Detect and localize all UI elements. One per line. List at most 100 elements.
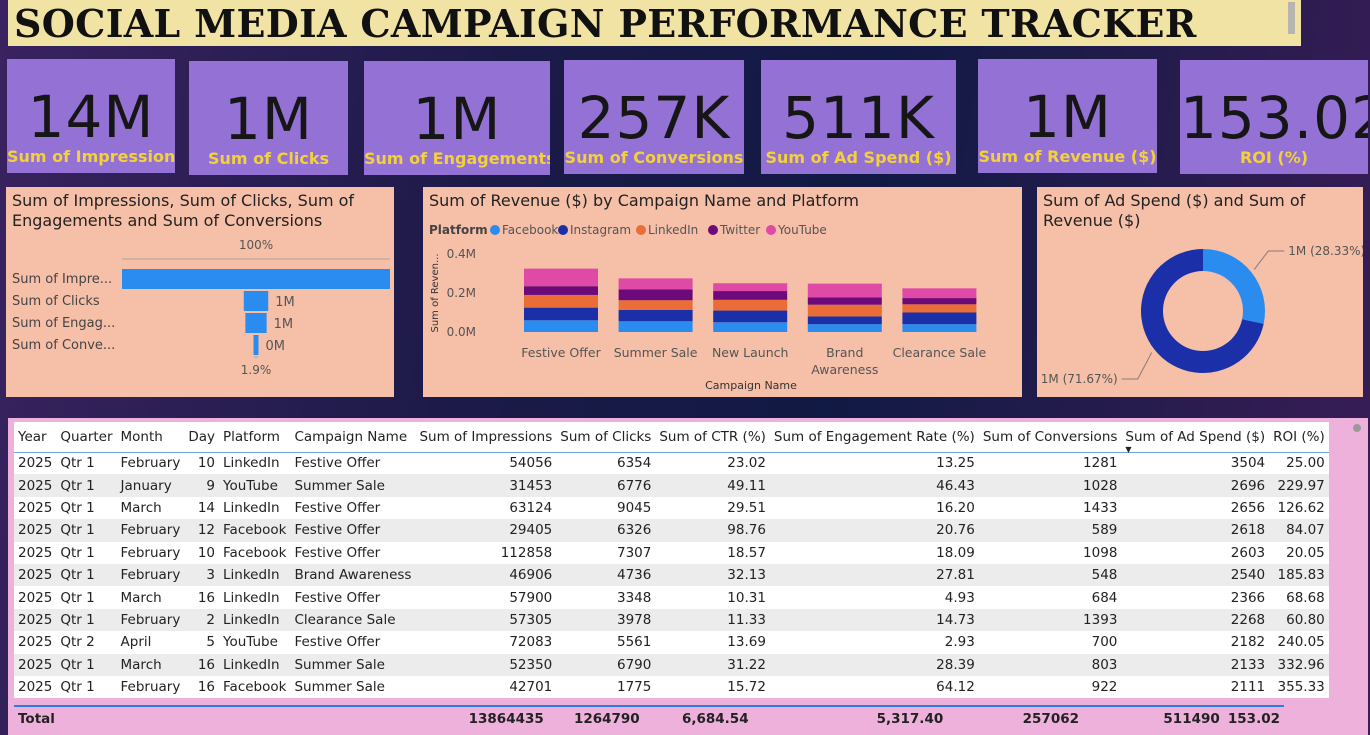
bar-segment-facebook[interactable] xyxy=(807,324,882,332)
table-row[interactable]: 2025 Qtr 1 February 12 Facebook Festive Offer… xyxy=(14,519,1329,542)
table-row[interactable]: 2025 Qtr 2 April 5 YouTube Festive Offer 72083… xyxy=(14,631,1329,653)
column-header[interactable]: Campaign Name xyxy=(290,422,415,452)
table-row[interactable]: 2025 Qtr 1 February 2 LinkedIn Clearance Sale… xyxy=(14,608,1329,632)
funnel-bar[interactable] xyxy=(122,269,390,289)
column-header[interactable]: Day xyxy=(184,422,219,452)
bar-segment-linkedin[interactable] xyxy=(902,304,977,313)
bar-segment-linkedin[interactable] xyxy=(524,294,598,308)
kpi-card-ad-spend[interactable]: 511K Sum of Ad Spend ($) xyxy=(761,60,956,174)
column-header[interactable]: ROI (%) xyxy=(1269,422,1329,452)
bar-segment-facebook[interactable] xyxy=(618,321,693,332)
table-cell: 2025 xyxy=(14,519,57,542)
column-header[interactable]: Sum of Impressions xyxy=(415,422,556,452)
bar-segment-twitter[interactable] xyxy=(524,286,598,295)
table-row[interactable]: 2025 Qtr 1 February 3 LinkedIn Brand Awarenes… xyxy=(14,563,1329,587)
bar-segment-instagram[interactable] xyxy=(807,316,882,325)
column-header[interactable]: Sum of CTR (%) xyxy=(655,422,770,452)
donut-chart[interactable]: 1M (28.33%) 1M (71.67%) xyxy=(1037,187,1363,397)
table-cell: Festive Offer xyxy=(294,455,381,472)
table-cell: 25.00 xyxy=(1286,455,1325,472)
page-title: SOCIAL MEDIA CAMPAIGN PERFORMANCE TRACKE… xyxy=(14,1,1197,46)
table-row[interactable]: 2025 Qtr 1 January 9 YouTube Summer Sale 31453… xyxy=(14,474,1329,497)
funnel-chart[interactable]: 100%Sum of Impre...Sum of Clicks 1MSum of… xyxy=(6,187,394,397)
table-cell: 2025 xyxy=(18,589,53,606)
donut-slice[interactable] xyxy=(1203,249,1265,324)
bar-segment-facebook[interactable] xyxy=(524,320,598,332)
legend-label[interactable]: LinkedIn xyxy=(648,223,698,237)
bar-segment-twitter[interactable] xyxy=(902,298,977,305)
kpi-card-revenue[interactable]: 1M Sum of Revenue ($) xyxy=(978,59,1157,173)
bar-segment-facebook[interactable] xyxy=(713,322,788,332)
funnel-bottom-label: 1.9% xyxy=(241,363,272,377)
table-cell: 60.80 xyxy=(1269,608,1329,632)
bar-segment-linkedin[interactable] xyxy=(713,299,788,311)
data-table-panel[interactable]: Year Quarter Month Day Platform Campaign Name… xyxy=(8,418,1368,735)
y-tick-label: 0.2M xyxy=(447,286,476,300)
legend-label[interactable]: Facebook xyxy=(502,223,558,237)
title-scrollbar[interactable] xyxy=(1288,2,1295,34)
bar-segment-twitter[interactable] xyxy=(618,289,693,301)
legend-marker[interactable] xyxy=(558,225,568,235)
legend-label[interactable]: YouTube xyxy=(777,223,827,237)
table-row[interactable]: 2025 Qtr 1 March 16 LinkedIn Festive Offer 579… xyxy=(14,586,1329,608)
column-header[interactable]: Month xyxy=(117,422,185,452)
table-cell: LinkedIn xyxy=(223,589,280,606)
funnel-panel[interactable]: Sum of Impressions, Sum of Clicks, Sum o… xyxy=(6,187,394,397)
table-row[interactable]: 2025 Qtr 1 March 14 LinkedIn Festive Offer 631… xyxy=(14,497,1329,519)
x-axis-label: Campaign Name xyxy=(705,379,797,392)
kpi-card-clicks[interactable]: 1M Sum of Clicks xyxy=(189,61,348,175)
kpi-card-conversions[interactable]: 257K Sum of Conversions xyxy=(564,60,744,174)
x-tick-label: Festive Offer xyxy=(521,345,601,360)
legend-marker[interactable] xyxy=(766,225,776,235)
column-header[interactable]: Year xyxy=(14,422,56,452)
table-cell: 3978 xyxy=(556,608,656,632)
bar-segment-linkedin[interactable] xyxy=(618,300,693,310)
kpi-card-roi[interactable]: 153.02 ROI (%) xyxy=(1180,60,1368,174)
legend-label[interactable]: Twitter xyxy=(719,223,760,237)
table-cell: Qtr 1 xyxy=(56,563,117,587)
bar-segment-instagram[interactable] xyxy=(902,312,977,325)
bar-segment-youtube[interactable] xyxy=(807,283,882,298)
bar-segment-twitter[interactable] xyxy=(807,297,882,305)
legend-label[interactable]: Instagram xyxy=(570,223,631,237)
campaign-table[interactable]: Year Quarter Month Day Platform Campaign Name… xyxy=(14,422,1329,699)
table-row[interactable]: 2025 Qtr 1 March 16 LinkedIn Summer Sale 52350… xyxy=(14,653,1329,676)
column-header[interactable]: Sum of Conversions xyxy=(979,422,1122,452)
column-header[interactable]: Sum of Engagement Rate (%) xyxy=(770,422,979,452)
bar-segment-twitter[interactable] xyxy=(713,291,788,300)
total-roi: 153.02 xyxy=(1227,710,1280,727)
bar-segment-youtube[interactable] xyxy=(618,278,693,290)
bar-segment-instagram[interactable] xyxy=(618,309,693,322)
kpi-card-engagements[interactable]: 1M Sum of Engagements xyxy=(364,61,550,175)
revenue-stacked-bar-chart[interactable]: Platform Facebook Instagram LinkedIn Twitter… xyxy=(423,187,1022,397)
bar-segment-linkedin[interactable] xyxy=(807,304,882,317)
table-cell: 6790 xyxy=(556,653,656,676)
legend-marker[interactable] xyxy=(490,225,500,235)
bar-segment-facebook[interactable] xyxy=(902,324,977,332)
bar-segment-youtube[interactable] xyxy=(902,288,977,299)
column-header[interactable]: Sum of Clicks xyxy=(556,422,655,452)
table-row[interactable]: 2025 Qtr 1 February 10 Facebook Festive Offer… xyxy=(14,542,1329,564)
bar-segment-youtube[interactable] xyxy=(713,283,788,292)
table-row[interactable]: 2025 Qtr 1 February 16 Facebook Summer Sale 42… xyxy=(14,676,1329,698)
revenue-chart-panel[interactable]: Sum of Revenue ($) by Campaign Name and … xyxy=(423,187,1022,397)
bar-segment-youtube[interactable] xyxy=(524,268,598,287)
table-row[interactable]: 2025 Qtr 1 February 10 LinkedIn Festive Offer… xyxy=(14,452,1329,474)
table-cell: 6776 xyxy=(556,474,656,497)
column-header[interactable]: Platform xyxy=(219,422,290,452)
sort-descending-icon[interactable]: ▼ xyxy=(1125,445,1131,454)
kpi-card-impressions[interactable]: 14M Sum of Impressions xyxy=(7,59,175,173)
column-header[interactable]: Sum of Ad Spend ($) ▼ xyxy=(1121,422,1269,454)
funnel-bar[interactable] xyxy=(245,313,267,333)
table-scrollbar[interactable] xyxy=(1352,422,1362,722)
legend-marker[interactable] xyxy=(636,225,646,235)
column-header[interactable]: Quarter xyxy=(56,422,116,452)
scrollbar-thumb[interactable] xyxy=(1353,424,1361,432)
kpi-value: 1M xyxy=(224,85,313,153)
funnel-bar[interactable] xyxy=(243,291,269,311)
donut-panel[interactable]: Sum of Ad Spend ($) and Sum of Revenue (… xyxy=(1037,187,1363,397)
bar-segment-instagram[interactable] xyxy=(524,307,598,321)
funnel-bar[interactable] xyxy=(253,335,259,355)
legend-marker[interactable] xyxy=(708,225,718,235)
bar-segment-instagram[interactable] xyxy=(713,310,788,323)
